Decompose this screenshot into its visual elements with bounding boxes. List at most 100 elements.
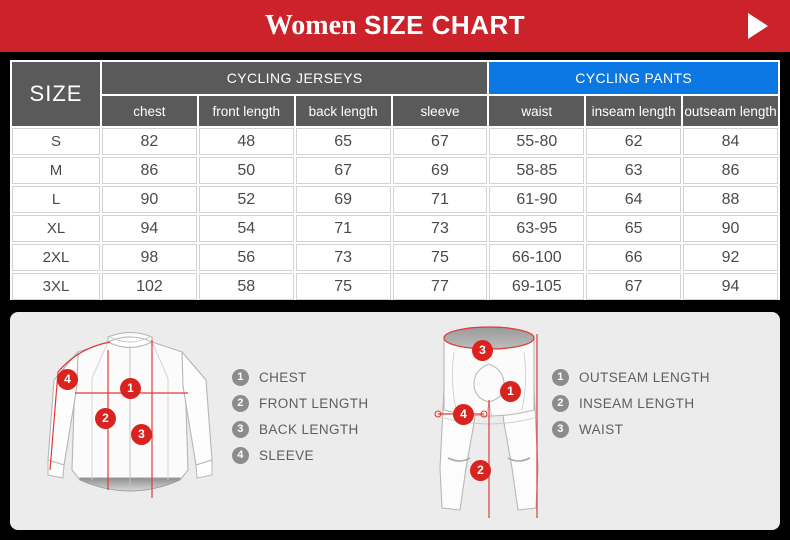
group-header-cycling-pants: CYCLING PANTS (489, 62, 778, 94)
cell-chest: 102 (102, 273, 197, 300)
cell-size: M (12, 157, 100, 184)
group-header-cycling-jerseys: CYCLING JERSEYS (102, 62, 488, 94)
legend-label-sleeve: SLEEVE (259, 447, 314, 463)
cell-sleeve: 71 (392, 186, 488, 213)
cell-front-length: 48 (198, 128, 294, 155)
cell-back-length: 67 (295, 157, 391, 184)
cell-chest: 98 (102, 244, 197, 271)
pants-legend: 1 OUTSEAM LENGTH 2 INSEAM LENGTH 3 WAIST (552, 364, 710, 442)
cell-back-length: 69 (295, 186, 391, 213)
size-table: SIZE CYCLING JERSEYS CYCLING PANTS chest… (10, 60, 780, 302)
cell-chest: 90 (102, 186, 197, 213)
cell-sleeve: 73 (392, 215, 488, 242)
column-header-chest: chest (102, 96, 197, 126)
legend-item-back-length: 3 BACK LENGTH (232, 416, 369, 442)
cell-outseam-length: 86 (683, 157, 778, 184)
legend-label-chest: CHEST (259, 369, 307, 385)
column-header-waist: waist (489, 96, 585, 126)
legend-item-front-length: 2 FRONT LENGTH (232, 390, 369, 416)
legend-item-chest: 1 CHEST (232, 364, 369, 390)
cell-waist: 58-85 (489, 157, 585, 184)
legend-badge-1: 1 (232, 368, 249, 386)
cell-back-length: 71 (295, 215, 391, 242)
size-table-container: SIZE CYCLING JERSEYS CYCLING PANTS chest… (10, 60, 780, 300)
cell-chest: 86 (102, 157, 197, 184)
jersey-marker-2: 2 (95, 408, 116, 429)
cell-inseam-length: 67 (586, 273, 682, 300)
legend-label-inseam-length: INSEAM LENGTH (579, 395, 695, 411)
column-header-size: SIZE (12, 62, 100, 126)
pants-marker-2: 2 (470, 460, 491, 481)
jersey-marker-3: 3 (131, 424, 152, 445)
cell-outseam-length: 84 (683, 128, 778, 155)
cell-chest: 82 (102, 128, 197, 155)
cell-waist: 69-105 (489, 273, 585, 300)
cell-waist: 63-95 (489, 215, 585, 242)
cell-front-length: 52 (198, 186, 294, 213)
cell-outseam-length: 88 (683, 186, 778, 213)
cell-sleeve: 77 (392, 273, 488, 300)
jersey-marker-1: 1 (120, 378, 141, 399)
cell-front-length: 56 (198, 244, 294, 271)
cell-inseam-length: 66 (586, 244, 682, 271)
jersey-marker-4: 4 (57, 369, 78, 390)
column-header-inseam-length: inseam length (586, 96, 682, 126)
measurement-guide-panel: 1 2 3 4 1 CHEST 2 FRONT LENGTH 3 BACK LE… (10, 312, 780, 530)
cell-inseam-length: 62 (586, 128, 682, 155)
cell-front-length: 58 (198, 273, 294, 300)
table-row: L 90 52 69 71 61-90 64 88 (12, 186, 778, 213)
legend-badge-4: 4 (232, 446, 249, 464)
cell-back-length: 75 (295, 273, 391, 300)
cell-outseam-length: 90 (683, 215, 778, 242)
cell-back-length: 73 (295, 244, 391, 271)
pants-marker-3: 3 (472, 340, 493, 361)
table-row: M 86 50 67 69 58-85 63 86 (12, 157, 778, 184)
legend-label-front-length: FRONT LENGTH (259, 395, 369, 411)
cell-size: 2XL (12, 244, 100, 271)
column-header-sleeve: sleeve (392, 96, 488, 126)
header-banner: Women SIZE CHART (0, 0, 790, 52)
legend-badge-3: 3 (552, 420, 569, 438)
cell-waist: 55-80 (489, 128, 585, 155)
table-row: S 82 48 65 67 55-80 62 84 (12, 128, 778, 155)
cell-waist: 61-90 (489, 186, 585, 213)
cell-size: S (12, 128, 100, 155)
cell-sleeve: 69 (392, 157, 488, 184)
cell-back-length: 65 (295, 128, 391, 155)
table-row: XL 94 54 71 73 63-95 65 90 (12, 215, 778, 242)
legend-badge-2: 2 (552, 394, 569, 412)
cell-size: L (12, 186, 100, 213)
legend-badge-3: 3 (232, 420, 249, 438)
cell-front-length: 54 (198, 215, 294, 242)
legend-badge-1: 1 (552, 368, 569, 386)
cell-inseam-length: 63 (586, 157, 682, 184)
table-row: 2XL 98 56 73 75 66-100 66 92 (12, 244, 778, 271)
cell-front-length: 50 (198, 157, 294, 184)
column-header-front-length: front length (198, 96, 294, 126)
legend-label-outseam-length: OUTSEAM LENGTH (579, 369, 710, 385)
play-arrow-icon[interactable] (748, 13, 768, 39)
legend-badge-2: 2 (232, 394, 249, 412)
legend-label-waist: WAIST (579, 421, 624, 437)
size-table-head: SIZE CYCLING JERSEYS CYCLING PANTS chest… (12, 62, 778, 126)
header-row-columns: chest front length back length sleeve wa… (12, 96, 778, 126)
page-title-word-women: Women (264, 10, 357, 41)
legend-item-sleeve: 4 SLEEVE (232, 442, 369, 468)
cycling-jersey-diagram (47, 331, 213, 498)
legend-label-back-length: BACK LENGTH (259, 421, 359, 437)
page-title: Women SIZE CHART (0, 0, 790, 52)
cell-sleeve: 67 (392, 128, 488, 155)
pants-marker-4: 4 (453, 404, 474, 425)
page-title-word-size-chart: SIZE CHART (364, 10, 526, 40)
cell-inseam-length: 64 (586, 186, 682, 213)
cell-size: 3XL (12, 273, 100, 300)
cell-sleeve: 75 (392, 244, 488, 271)
size-chart-page: Women SIZE CHART SIZE CYCLING JERSEYS CY… (0, 0, 790, 540)
legend-item-waist: 3 WAIST (552, 416, 710, 442)
table-row: 3XL 102 58 75 77 69-105 67 94 (12, 273, 778, 300)
column-header-back-length: back length (295, 96, 391, 126)
cell-size: XL (12, 215, 100, 242)
cell-chest: 94 (102, 215, 197, 242)
column-header-outseam-length: outseam length (683, 96, 778, 126)
cell-outseam-length: 94 (683, 273, 778, 300)
